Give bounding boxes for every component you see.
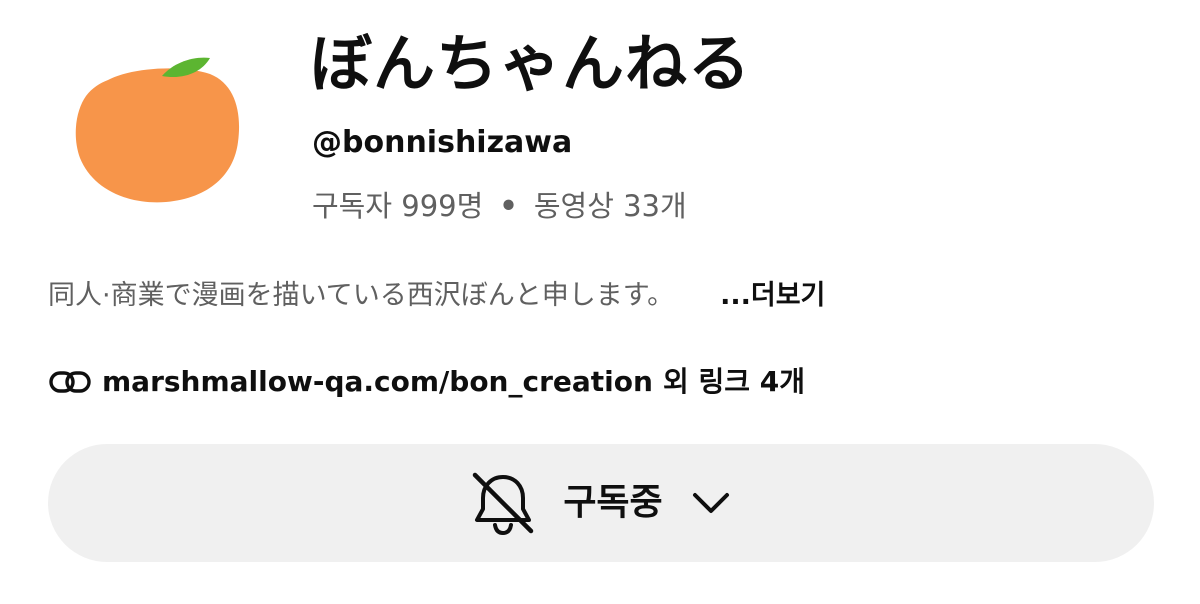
subscribed-button[interactable]: 구독중	[48, 444, 1154, 562]
channel-handle: @bonnishizawa	[312, 125, 573, 160]
stats-separator: •	[499, 189, 518, 223]
channel-stats: 구독자 999명 • 동영상 33개	[312, 186, 687, 226]
channel-header: ぼんちゃんねる @bonnishizawa 구독자 999명 • 동영상 33개…	[0, 0, 1200, 604]
chevron-down-icon	[689, 481, 733, 525]
video-count: 동영상 33개	[533, 189, 687, 223]
extra-links-count[interactable]: 외 링크 4개	[663, 362, 805, 402]
link-icon	[48, 368, 92, 396]
primary-link[interactable]: marshmallow-qa.com/bon_creation	[102, 362, 653, 402]
description-text: 同人·商業で漫画を描いている西沢ぼんと申します。	[48, 280, 675, 311]
bell-off-icon	[469, 469, 537, 537]
subscriber-count: 구독자 999명	[312, 189, 484, 223]
channel-avatar[interactable]	[70, 50, 250, 210]
channel-title: ぼんちゃんねる	[310, 27, 752, 100]
more-button[interactable]: ...더보기	[720, 276, 825, 316]
channel-links[interactable]: marshmallow-qa.com/bon_creation 외 링크 4개	[48, 362, 805, 402]
tangerine-icon	[75, 57, 240, 203]
channel-description[interactable]: 同人·商業で漫画を描いている西沢ぼんと申します。 ...더보기	[48, 276, 825, 316]
subscribed-label: 구독중	[563, 482, 663, 523]
